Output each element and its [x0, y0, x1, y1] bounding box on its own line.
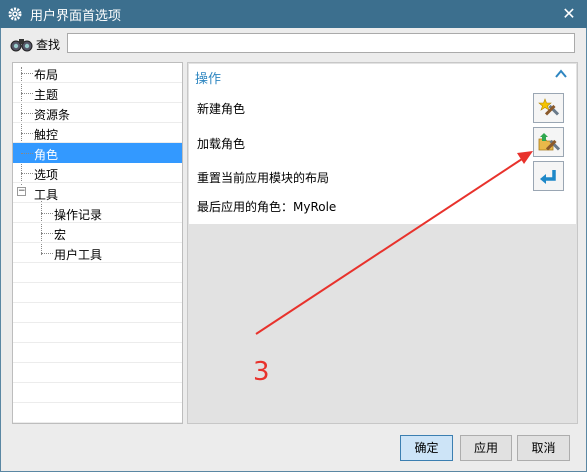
cancel-button[interactable]: 取消: [517, 435, 570, 461]
new-role-label: 新建角色: [197, 102, 246, 116]
tree-item-theme[interactable]: 主题: [13, 83, 182, 103]
tree-item-label: 布局: [34, 68, 59, 82]
new-role-icon: [538, 98, 560, 116]
category-tree: 布局 主题 资源条 触控 角色 选项 − 工具 操作记录 宏 用户工具: [12, 62, 183, 424]
operations-panel: 操作 新建角色 加载角色 重置当前应用模块的布局 最后应用的角色：MyRole: [189, 64, 576, 224]
last-applied-role-label: 最后应用的角色：MyRole: [197, 200, 337, 214]
tree-item-resource-bar[interactable]: 资源条: [13, 103, 182, 123]
tree-item-layout[interactable]: 布局: [13, 63, 182, 83]
panel-header[interactable]: 操作: [195, 68, 221, 87]
collapse-chevron-icon[interactable]: [554, 68, 568, 82]
tree-item-options[interactable]: 选项: [13, 163, 182, 183]
tree-empty-row: [13, 343, 182, 363]
tree-empty-row: [13, 383, 182, 403]
apply-button[interactable]: 应用: [460, 435, 512, 461]
reset-layout-label: 重置当前应用模块的布局: [197, 171, 330, 185]
tree-empty-row: [13, 403, 182, 423]
tree-item-label: 操作记录: [54, 208, 103, 222]
tree-item-touch[interactable]: 触控: [13, 123, 182, 143]
annotation-number: 3: [253, 357, 270, 387]
tree-item-label: 宏: [54, 228, 67, 242]
tree-item-user-tools[interactable]: 用户工具: [13, 243, 182, 263]
tree-item-label: 用户工具: [54, 248, 103, 262]
tree-empty-row: [13, 363, 182, 383]
reset-arrow-icon: [540, 170, 556, 184]
tree-item-label: 选项: [34, 168, 59, 182]
tree-item-label: 资源条: [34, 108, 71, 122]
ok-button[interactable]: 确定: [400, 435, 453, 461]
tree-item-tools[interactable]: − 工具: [13, 183, 182, 203]
search-label: 查找: [36, 38, 61, 52]
load-role-label: 加载角色: [197, 137, 246, 151]
window-title: 用户界面首选项: [30, 9, 122, 24]
tree-item-role[interactable]: 角色: [13, 143, 182, 163]
new-role-button[interactable]: [533, 93, 564, 123]
tree-item-operation-log[interactable]: 操作记录: [13, 203, 182, 223]
tree-item-macro[interactable]: 宏: [13, 223, 182, 243]
title-bar: 用户界面首选项 ✕: [0, 0, 587, 28]
tree-item-label: 主题: [34, 88, 59, 102]
search-input[interactable]: [67, 33, 575, 53]
tree-empty-row: [13, 283, 182, 303]
close-button[interactable]: ✕: [559, 4, 579, 24]
tree-item-label: 触控: [34, 128, 59, 142]
load-role-button[interactable]: [533, 127, 564, 157]
tree-empty-row: [13, 303, 182, 323]
close-icon: ✕: [562, 4, 576, 23]
tree-empty-row: [13, 323, 182, 343]
tree-empty-row: [13, 263, 182, 283]
gear-icon: [8, 7, 22, 21]
tree-item-label: 角色: [34, 148, 59, 162]
load-role-icon: [538, 133, 560, 151]
collapse-toggle[interactable]: −: [17, 187, 26, 196]
tree-item-label: 工具: [34, 188, 59, 202]
binoculars-icon: [10, 39, 33, 52]
reset-layout-button[interactable]: [533, 161, 564, 191]
